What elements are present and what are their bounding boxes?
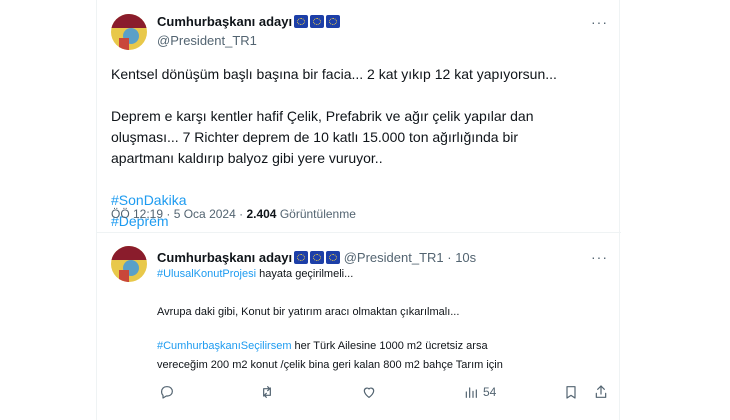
reply-time[interactable]: · 10s <box>447 250 476 265</box>
reply-line2: Avrupa daki gibi, Konut bir yatırım arac… <box>157 306 460 318</box>
eu-flag-icon <box>294 15 309 28</box>
reply-line3: #CumhurbaşkanıSeçilirsem her Türk Ailesi… <box>157 340 488 352</box>
action-bar: 54 <box>97 384 621 408</box>
retweet-button[interactable] <box>259 384 275 400</box>
bookmark-icon <box>566 386 576 399</box>
eu-flag-icon <box>294 251 309 264</box>
reply-avatar[interactable] <box>111 246 147 282</box>
reply-header: Cumhurbaşkanı adayı @President_TR1 · 10s <box>157 250 476 265</box>
author-name-text[interactable]: Cumhurbaşkanı adayı <box>157 14 292 29</box>
share-icon <box>595 385 607 398</box>
eu-flag-icon <box>326 251 341 264</box>
eu-flag-icon <box>310 251 325 264</box>
hashtag-cumhurbaskaniseçilirsem[interactable]: #CumhurbaşkanıSeçilirsem <box>157 340 292 352</box>
views-icon <box>465 387 477 398</box>
tweet-hashtags: #SonDakika #Deprem <box>111 169 611 232</box>
avatar[interactable] <box>111 14 147 50</box>
flag-icons <box>294 15 341 28</box>
reply-line1-text: hayata geçirilmeli... <box>256 268 354 280</box>
meta-separator: · <box>239 207 244 221</box>
like-button[interactable] <box>361 384 377 400</box>
more-options-button[interactable]: ··· <box>591 14 608 30</box>
reply-line4: vereceğim 200 m2 konut /çelik bina geri … <box>157 359 503 371</box>
reply-line3-text: her Türk Ailesine 1000 m2 ücretsiz arsa <box>291 340 488 352</box>
reply-author-name[interactable]: Cumhurbaşkanı adayı <box>157 250 292 265</box>
reply-icon <box>161 386 173 399</box>
reply-author-handle[interactable]: @President_TR1 <box>344 250 444 265</box>
meta-separator: · <box>166 207 171 221</box>
retweet-icon <box>263 386 271 398</box>
divider <box>97 232 621 233</box>
tweet-time[interactable]: ÖÖ 12:19 <box>111 207 163 221</box>
reply-button[interactable] <box>159 384 175 400</box>
flag-icons <box>294 251 341 264</box>
hashtag-sondakika[interactable]: #SonDakika <box>111 192 187 208</box>
tweet-meta: ÖÖ 12:19 · 5 Oca 2024 · 2.404 Görüntülen… <box>111 207 356 221</box>
share-button[interactable] <box>593 384 609 400</box>
tweet-date[interactable]: 5 Oca 2024 <box>174 207 236 221</box>
reply-line1: #UlusalKonutProjesi hayata geçirilmeli..… <box>157 268 353 280</box>
bookmark-button[interactable] <box>563 384 579 400</box>
tweet-text-line1: Kentsel dönüşüm başlı başına bir facia..… <box>111 66 557 82</box>
hashtag-ulusalkonutprojesi[interactable]: #UlusalKonutProjesi <box>157 268 256 280</box>
views-count: 2.404 <box>246 207 277 221</box>
author-handle[interactable]: @President_TR1 <box>157 33 257 48</box>
eu-flag-icon <box>326 15 341 28</box>
author-name[interactable]: Cumhurbaşkanı adayı <box>157 14 341 29</box>
tweet-detail-frame: Cumhurbaşkanı adayı @President_TR1 ··· K… <box>96 0 621 420</box>
reply-more-options-button[interactable]: ··· <box>591 249 608 265</box>
heart-icon <box>363 387 375 398</box>
views-button[interactable]: 54 <box>463 384 496 400</box>
tweet-text-paragraph2: Deprem e karşı kentler hafif Çelik, Pref… <box>111 108 534 166</box>
eu-flag-icon <box>310 15 325 28</box>
reply-views-count: 54 <box>483 385 497 399</box>
views-label: Görüntülenme <box>279 207 356 221</box>
